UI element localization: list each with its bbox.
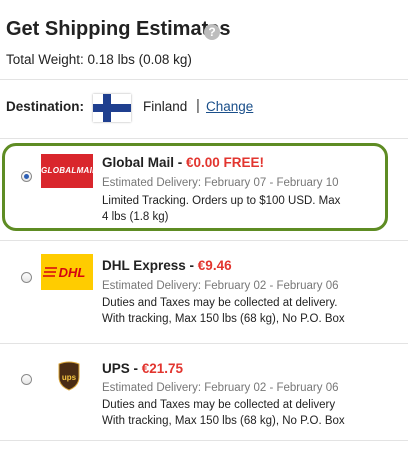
- option-title: UPS - €21.75: [102, 361, 183, 376]
- page-title: Get Shipping Estimates: [6, 18, 231, 40]
- total-weight: Total Weight: 0.18 lbs (0.08 kg): [6, 52, 192, 67]
- option-name: UPS: [102, 361, 130, 376]
- destination-separator: |: [196, 97, 200, 114]
- option-description-line2: 4 lbs (1.8 kg): [102, 211, 169, 223]
- option-description-line1: Duties and Taxes may be collected at del…: [102, 297, 338, 309]
- divider: [0, 138, 408, 139]
- option-price: €0.00 FREE!: [186, 155, 265, 170]
- option-dash: -: [129, 361, 142, 376]
- globalmail-logo: GLOBALMAIL: [41, 154, 93, 188]
- destination-label: Destination:: [6, 99, 85, 114]
- finland-flag-icon: [93, 94, 131, 122]
- option-name: DHL Express: [102, 258, 186, 273]
- option-estimate: Estimated Delivery: February 02 - Februa…: [102, 280, 339, 292]
- ups-logo: ups: [58, 361, 80, 391]
- divider: [0, 343, 408, 344]
- option-price: €21.75: [141, 361, 184, 376]
- dhl-logo-text: DHL: [59, 265, 86, 280]
- divider: [0, 440, 408, 441]
- radio-dhl[interactable]: [21, 272, 32, 283]
- option-title: DHL Express - €9.46: [102, 258, 232, 273]
- divider: [0, 79, 408, 80]
- divider: [0, 240, 408, 241]
- option-dash: -: [185, 258, 198, 273]
- radio-globalmail[interactable]: [21, 171, 32, 182]
- change-destination-link[interactable]: Change: [206, 99, 253, 114]
- option-description-line2: With tracking, Max 150 lbs (68 kg), No P…: [102, 415, 345, 427]
- option-estimate: Estimated Delivery: February 02 - Februa…: [102, 382, 339, 394]
- option-description-line2: With tracking, Max 150 lbs (68 kg), No P…: [102, 313, 345, 325]
- option-estimate: Estimated Delivery: February 07 - Februa…: [102, 177, 339, 189]
- option-price: €9.46: [197, 258, 232, 273]
- option-dash: -: [174, 155, 187, 170]
- option-description-line1: Limited Tracking. Orders up to $100 USD.…: [102, 195, 341, 207]
- ups-logo-text: ups: [62, 373, 77, 382]
- dhl-logo: DHL: [41, 254, 93, 290]
- destination-country: Finland: [143, 99, 188, 114]
- help-icon[interactable]: ?: [204, 24, 220, 40]
- option-name: Global Mail: [102, 155, 175, 170]
- radio-ups[interactable]: [21, 374, 32, 385]
- option-description-line1: Duties and Taxes may be collected at del…: [102, 399, 336, 411]
- option-title: Global Mail - €0.00 FREE!: [102, 155, 264, 170]
- shipping-estimates-panel: Get Shipping Estimates ? Total Weight: 0…: [0, 0, 408, 461]
